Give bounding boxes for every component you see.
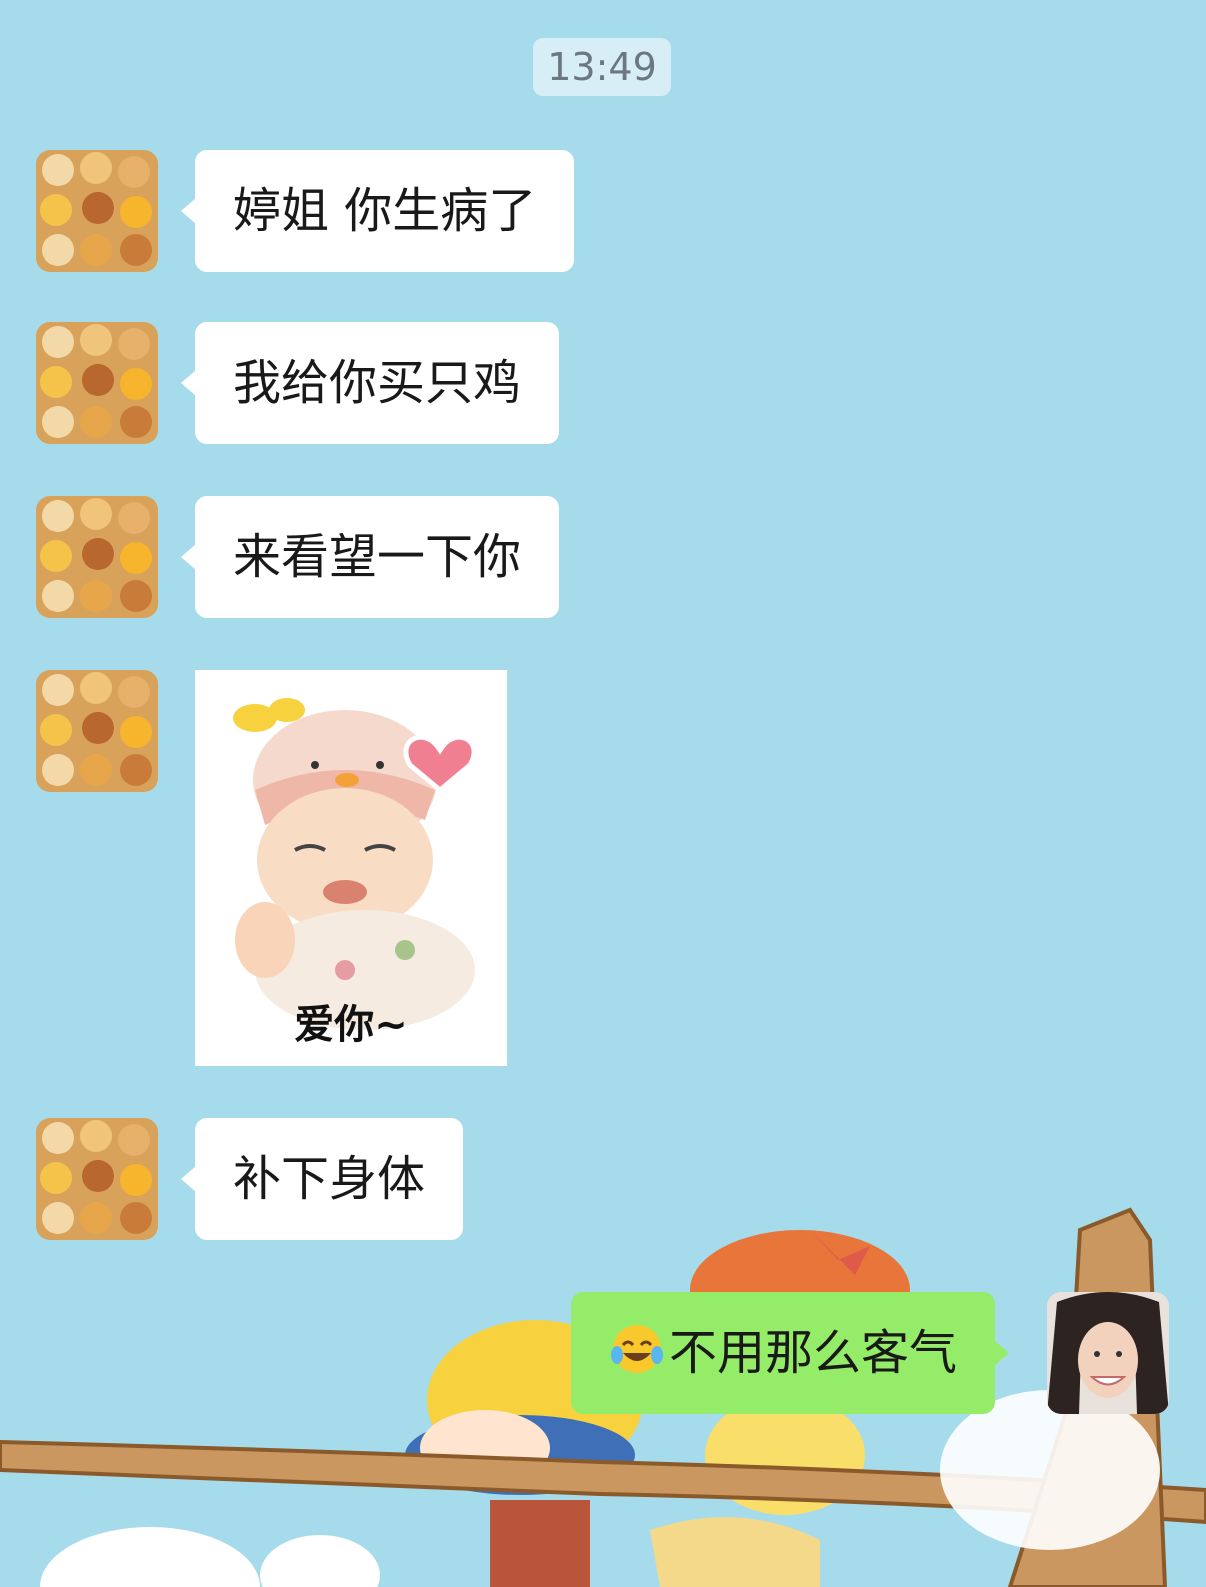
contact-avatar[interactable] [36,1118,158,1240]
message-text: 来看望一下你 [233,529,522,585]
message-bubble[interactable]: 婷姐 你生病了 [180,150,575,272]
message-bubble[interactable]: 来看望一下你 [180,496,560,618]
avatar-image [36,670,158,792]
tears-of-joy-emoji-icon [611,1325,663,1373]
timestamp: 13:49 [533,38,671,96]
sticker-message[interactable]: 爱你~ [195,670,507,1066]
avatar-image [36,496,158,618]
avatar-image [1047,1292,1169,1414]
sticker-caption: 爱你~ [294,1002,408,1048]
message-bubble[interactable]: 我给你买只鸡 [180,322,560,444]
avatar-image [36,150,158,272]
message-text: 补下身体 [233,1151,426,1207]
message-text: 不用那么客气 [669,1325,958,1381]
chat-window[interactable]: 13:49 婷姐 你生病了 我给你买只鸡 来看望一下你 爱你~ 补下身体 不用那… [0,0,1206,1587]
message-text: 我给你买只鸡 [233,355,522,411]
avatar-image [36,1118,158,1240]
contact-avatar[interactable] [36,150,158,272]
contact-avatar[interactable] [36,670,158,792]
my-message-bubble[interactable]: 不用那么客气 [571,1292,1010,1414]
contact-avatar[interactable] [36,496,158,618]
message-bubble[interactable]: 补下身体 [180,1118,464,1240]
message-text: 婷姐 你生病了 [233,183,537,239]
my-avatar[interactable] [1047,1292,1169,1414]
contact-avatar[interactable] [36,322,158,444]
avatar-image [36,322,158,444]
